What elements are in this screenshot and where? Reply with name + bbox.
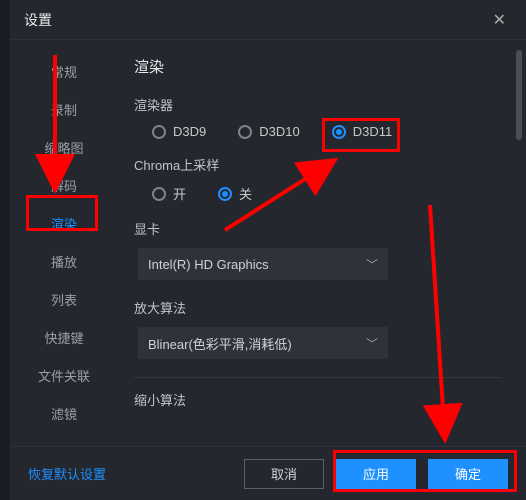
gpu-label: 显卡 <box>134 219 502 238</box>
reset-defaults-link[interactable]: 恢复默认设置 <box>28 464 106 483</box>
radio-label: D3D10 <box>259 124 299 139</box>
chevron-down-icon: ﹀ <box>366 335 378 352</box>
sidebar-item-decode[interactable]: 解码 <box>10 168 118 206</box>
upscale-label: 放大算法 <box>134 298 502 317</box>
sidebar-item-filter[interactable]: 滤镜 <box>10 396 118 434</box>
apply-button[interactable]: 应用 <box>336 459 416 489</box>
radio-dot-icon <box>218 187 232 201</box>
radio-dot-icon <box>238 125 252 139</box>
chroma-label: Chroma上采样 <box>134 155 502 174</box>
radio-label: 关 <box>239 184 252 203</box>
close-icon[interactable]: ✕ <box>487 6 512 34</box>
renderer-radio-group: D3D9 D3D10 D3D11 <box>134 124 502 139</box>
titlebar: 设置 ✕ <box>10 0 526 40</box>
sidebar-item-thumbnail[interactable]: 缩略图 <box>10 130 118 168</box>
footer: 恢复默认设置 取消 应用 确定 <box>10 446 526 500</box>
radio-label: 开 <box>173 184 186 203</box>
radio-dot-icon <box>332 125 346 139</box>
chroma-radio-group: 开 关 <box>134 184 502 203</box>
sidebar-item-render[interactable]: 渲染 <box>10 206 118 244</box>
ok-button[interactable]: 确定 <box>428 459 508 489</box>
sidebar-item-record[interactable]: 录制 <box>10 92 118 130</box>
downscale-label: 缩小算法 <box>134 390 502 409</box>
radio-d3d10[interactable]: D3D10 <box>238 124 299 139</box>
chevron-down-icon: ﹀ <box>366 256 378 273</box>
sidebar-item-playback[interactable]: 播放 <box>10 244 118 282</box>
sidebar-item-fileassoc[interactable]: 文件关联 <box>10 358 118 396</box>
sidebar-item-list[interactable]: 列表 <box>10 282 118 320</box>
radio-dot-icon <box>152 187 166 201</box>
gpu-select[interactable]: Intel(R) HD Graphics ﹀ <box>138 248 388 280</box>
radio-d3d9[interactable]: D3D9 <box>152 124 206 139</box>
dialog-title: 设置 <box>24 10 52 30</box>
renderer-label: 渲染器 <box>134 95 502 114</box>
radio-d3d11[interactable]: D3D11 <box>332 124 393 139</box>
radio-chroma-on[interactable]: 开 <box>152 184 186 203</box>
sidebar: 常规 录制 缩略图 解码 渲染 播放 列表 快捷键 文件关联 滤镜 <box>10 40 118 446</box>
upscale-select[interactable]: Blinear(色彩平滑,消耗低) ﹀ <box>138 327 388 359</box>
radio-label: D3D11 <box>353 124 393 139</box>
cancel-button[interactable]: 取消 <box>244 459 324 489</box>
radio-chroma-off[interactable]: 关 <box>218 184 252 203</box>
radio-label: D3D9 <box>173 124 206 139</box>
select-value: Blinear(色彩平滑,消耗低) <box>148 334 292 353</box>
select-value: Intel(R) HD Graphics <box>148 257 269 272</box>
divider <box>134 377 502 378</box>
radio-dot-icon <box>152 125 166 139</box>
sidebar-item-hotkey[interactable]: 快捷键 <box>10 320 118 358</box>
sidebar-item-general[interactable]: 常规 <box>10 54 118 92</box>
section-heading: 渲染 <box>134 56 502 77</box>
content-panel: 渲染 渲染器 D3D9 D3D10 D3D11 Chroma上采样 <box>118 40 526 446</box>
scrollbar-thumb[interactable] <box>516 50 522 140</box>
